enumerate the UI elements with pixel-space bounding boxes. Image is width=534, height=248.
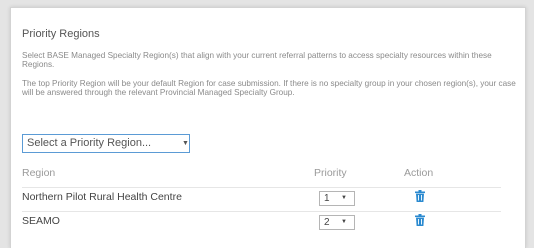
trash-icon[interactable] [415, 190, 425, 202]
section-description-2: The top Priority Region will be your def… [22, 79, 516, 98]
priority-select[interactable]: 1 ▼ [319, 191, 355, 206]
priority-region-select[interactable]: Select a Priority Region... ▼ [22, 134, 190, 153]
priority-select[interactable]: 2 ▼ [319, 215, 355, 230]
column-header-priority: Priority [314, 167, 347, 179]
priority-value: 1 [324, 193, 330, 204]
section-title: Priority Regions [22, 28, 100, 40]
column-header-region: Region [22, 167, 56, 179]
table-row: Northern Pilot Rural Health Centre 1 ▼ [22, 187, 501, 208]
priority-region-select-value: Select a Priority Region... [27, 137, 152, 149]
trash-icon[interactable] [415, 214, 425, 226]
region-name: SEAMO [22, 215, 60, 227]
chevron-down-icon: ▼ [341, 219, 347, 225]
region-name: Northern Pilot Rural Health Centre [22, 191, 182, 203]
section-description-1: Select BASE Managed Specialty Region(s) … [22, 51, 492, 70]
priority-value: 2 [324, 217, 330, 228]
table-row: SEAMO 2 ▼ [22, 211, 501, 232]
chevron-down-icon: ▼ [341, 195, 347, 201]
column-header-action: Action [404, 167, 434, 179]
chevron-down-icon: ▼ [182, 140, 189, 147]
